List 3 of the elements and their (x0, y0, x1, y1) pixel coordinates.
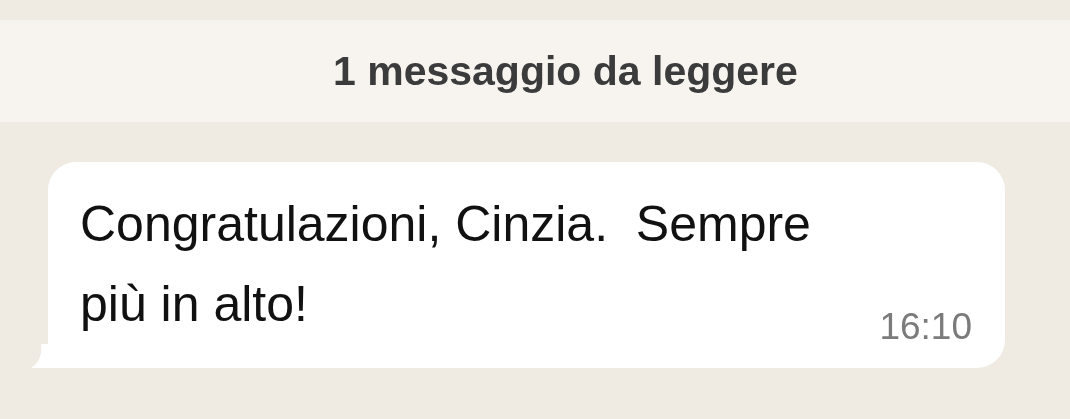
message-text: Congratulazioni, Cinzia. Sempre più in alto! (80, 195, 812, 334)
unread-count-label: 1 messaggio da leggere (333, 47, 798, 95)
message-time: 16:10 (879, 306, 972, 348)
